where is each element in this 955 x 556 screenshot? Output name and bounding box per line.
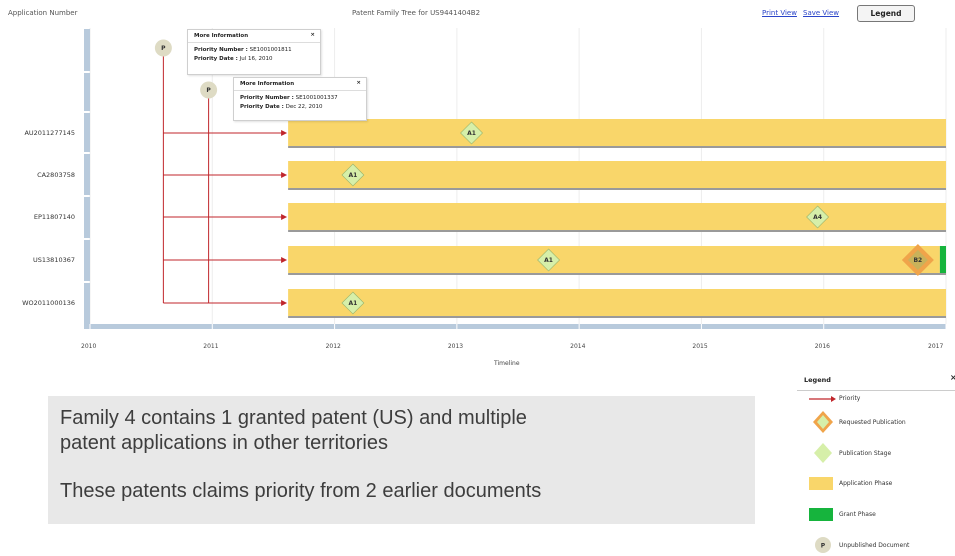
priority-arrow-head bbox=[281, 130, 288, 136]
popup-title: More Information bbox=[194, 33, 249, 39]
row-band-segment bbox=[84, 283, 90, 325]
legend-item-grant-phase: Grant Phase bbox=[839, 511, 876, 518]
publication-stage-icon bbox=[814, 443, 832, 463]
requested-publication-icon bbox=[813, 411, 833, 433]
legend-item-requested-publication: Requested Publication bbox=[839, 419, 906, 426]
priority-date-value: Dec 22, 2010 bbox=[285, 104, 323, 110]
legend-item-application-phase: Application Phase bbox=[839, 480, 893, 487]
row-label: US13810367 bbox=[33, 256, 75, 264]
priority-marker-1: P bbox=[161, 45, 166, 52]
bar-shadow bbox=[288, 146, 946, 148]
application-phase-bar bbox=[288, 203, 946, 230]
publication-code: B2 bbox=[913, 257, 922, 264]
timeline-tick-label: 2017 bbox=[928, 343, 944, 350]
priority-arrow-head bbox=[281, 300, 288, 306]
row-label: AU2011277145 bbox=[24, 129, 75, 137]
application-phase-bar bbox=[288, 289, 946, 316]
caption-line-3: These patents claims priority from 2 ear… bbox=[60, 480, 542, 502]
grant-phase-icon bbox=[809, 508, 833, 521]
publication-code: A1 bbox=[349, 172, 358, 179]
unpublished-document-icon: P bbox=[815, 537, 831, 553]
grant-phase-bar bbox=[939, 246, 946, 273]
caption-line-2: patent applications in other territories bbox=[60, 432, 388, 454]
more-info-popup-2: More Information × Priority Number : SE10… bbox=[233, 77, 367, 121]
family-tree-chart: P P A1 A1 A4 A1 B2 A1 bbox=[84, 28, 947, 329]
application-phase-bar bbox=[288, 161, 946, 188]
row-band-segment bbox=[84, 29, 90, 71]
timeline-tick-label: 2015 bbox=[692, 343, 708, 350]
timeline-tick-label: 2014 bbox=[570, 343, 586, 350]
caption-line-1: Family 4 contains 1 granted patent (US) … bbox=[60, 407, 527, 429]
timeline-tick-label: 2012 bbox=[325, 343, 341, 350]
row-band-segment bbox=[84, 113, 90, 152]
bar-shadow bbox=[288, 316, 946, 318]
close-icon[interactable]: × bbox=[310, 32, 315, 38]
priority-number-label: Priority Number : bbox=[240, 95, 294, 101]
priority-number-label: Priority Number : bbox=[194, 47, 248, 53]
publication-code: A1 bbox=[349, 300, 358, 307]
application-phase-bar bbox=[288, 119, 946, 146]
priority-arrow-head bbox=[281, 214, 288, 220]
priority-date-label: Priority Date : bbox=[240, 104, 284, 110]
popup-title: More Information bbox=[240, 81, 295, 87]
timeline-axis-label: Timeline bbox=[494, 360, 520, 367]
priority-date-label: Priority Date : bbox=[194, 56, 238, 62]
row-band-segment bbox=[84, 197, 90, 238]
close-icon[interactable]: × bbox=[356, 80, 361, 86]
legend-item-publication-stage: Publication Stage bbox=[839, 450, 892, 457]
timeline-tick-label: 2011 bbox=[203, 343, 219, 350]
priority-arrow-head bbox=[281, 172, 288, 178]
application-phase-icon bbox=[809, 477, 833, 490]
legend-item-unpublished-document: Unpublished Document bbox=[839, 542, 910, 549]
timeline-tick-label: 2013 bbox=[447, 343, 464, 350]
application-phase-bar bbox=[288, 246, 940, 273]
timeline-tick-label: 2016 bbox=[814, 343, 830, 350]
priority-arrow-icon bbox=[809, 396, 836, 402]
publication-code: A1 bbox=[467, 130, 476, 137]
row-band-segment bbox=[84, 240, 90, 281]
priority-number-value: SE1001001811 bbox=[249, 47, 292, 53]
bar-shadow bbox=[288, 273, 946, 275]
priority-number-value: SE1001001337 bbox=[295, 95, 338, 101]
row-band-segment bbox=[84, 73, 90, 111]
priority-date-value: Jul 16, 2010 bbox=[239, 56, 273, 62]
row-label: WO2011000136 bbox=[22, 299, 75, 307]
timeline-axis bbox=[84, 324, 946, 329]
priority-marker-2: P bbox=[206, 87, 211, 94]
row-band-segment bbox=[84, 154, 90, 195]
row-label: CA2803758 bbox=[37, 171, 75, 179]
priority-arrow-head bbox=[281, 257, 288, 263]
unpublished-marker-text: P bbox=[821, 543, 826, 550]
publication-code: A1 bbox=[544, 257, 553, 264]
bar-shadow bbox=[288, 188, 946, 190]
more-info-popup-1: More Information × Priority Number : SE10… bbox=[187, 29, 321, 75]
legend-icons: P bbox=[809, 396, 836, 553]
legend-panel: Legend P Priority Requested Publication … bbox=[797, 368, 955, 556]
legend-close-icon[interactable]: × bbox=[950, 373, 955, 382]
caption-box: Family 4 contains 1 granted patent (US) … bbox=[48, 396, 755, 524]
bar-shadow bbox=[288, 230, 946, 232]
row-label: EP11807140 bbox=[33, 213, 75, 221]
publication-code: A4 bbox=[813, 214, 822, 221]
timeline-tick-label: 2010 bbox=[81, 343, 97, 350]
legend-item-priority: Priority bbox=[839, 395, 861, 402]
